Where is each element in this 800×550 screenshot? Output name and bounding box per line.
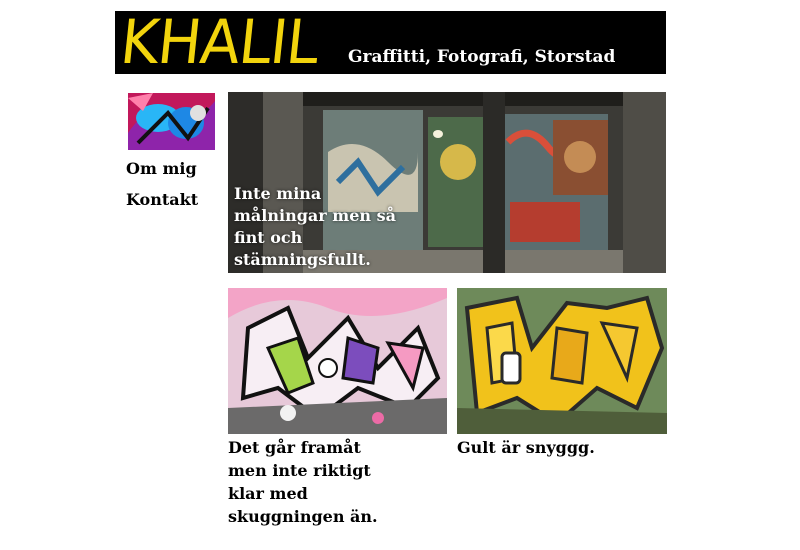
site-header: KHALIL Graffitti, Fotografi, Storstad [115, 6, 666, 78]
sidebar-thumbnail-image [128, 93, 215, 150]
hero-caption: Inte mina målningar men så fint och stäm… [234, 184, 396, 269]
site-tagline: Graffitti, Fotografi, Storstad [348, 47, 616, 67]
site-logo[interactable]: KHALIL [117, 5, 322, 79]
gallery-image-left [228, 288, 447, 434]
nav-link-om-mig[interactable]: Om mig [126, 159, 197, 178]
gallery-image-right [457, 288, 667, 434]
gallery-caption-left: Det går framåt men inte riktigt klar med… [228, 438, 378, 526]
gallery-caption-right: Gult är snyggg. [457, 438, 595, 457]
nav-link-kontakt[interactable]: Kontakt [126, 190, 198, 209]
